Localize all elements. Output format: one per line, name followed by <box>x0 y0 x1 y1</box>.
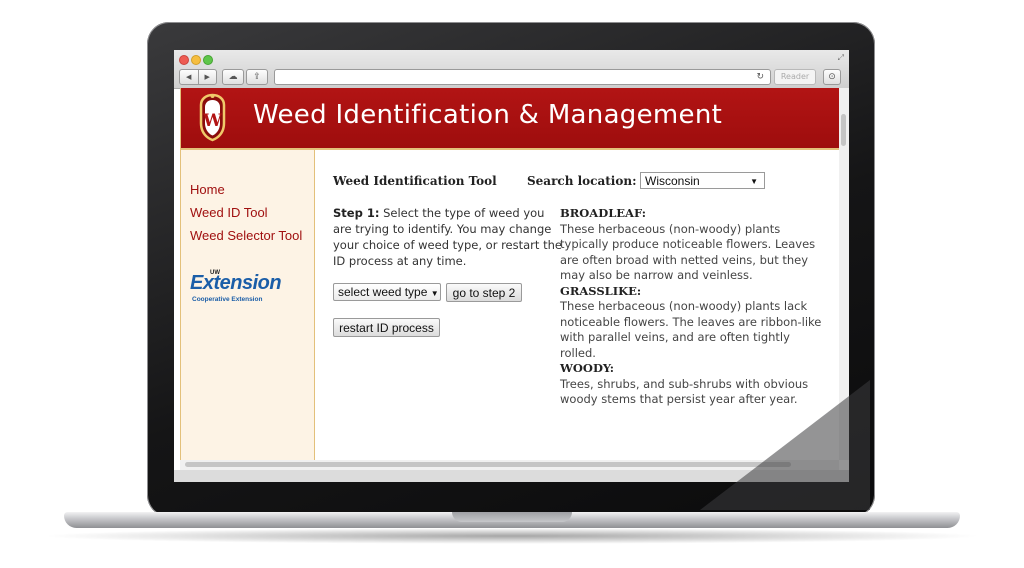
svg-text:W: W <box>202 111 223 131</box>
go-to-step-2-button[interactable]: go to step 2 <box>446 283 522 302</box>
camera-icon <box>510 37 515 42</box>
scroll-thumb[interactable] <box>841 114 846 146</box>
laptop-notch <box>452 512 572 522</box>
chevron-down-icon: ▼ <box>430 289 439 298</box>
page-title: Weed Identification Tool <box>333 174 497 188</box>
icloud-tabs-icon[interactable]: ☁ <box>222 69 244 85</box>
screen-glare <box>700 380 870 510</box>
back-icon[interactable]: ◀ <box>180 70 199 84</box>
forward-icon[interactable]: ▶ <box>199 70 217 84</box>
weed-type-descriptions: BROADLEAF: These herbaceous (non-woody) … <box>560 206 825 408</box>
step-1-instructions: Step 1: Select the type of weed you are … <box>333 205 563 269</box>
fullscreen-icon[interactable]: ⤢ <box>838 53 844 63</box>
sidebar-item-home[interactable]: Home <box>190 182 225 197</box>
restart-id-process-button[interactable]: restart ID process <box>333 318 440 337</box>
broadleaf-heading: BROADLEAF: <box>560 206 646 220</box>
woody-heading: WOODY: <box>560 361 614 375</box>
history-nav: ◀ ▶ <box>179 69 217 85</box>
chevron-down-icon: ▼ <box>750 177 758 186</box>
share-icon[interactable]: ⇪ <box>246 69 268 85</box>
reader-button[interactable]: Reader <box>774 69 816 85</box>
browser-toolbar: ⤢ ◀ ▶ ☁ ⇪ ↻ Reader ⊙ <box>174 50 849 89</box>
reload-icon[interactable]: ↻ <box>756 70 764 84</box>
zoom-window-button[interactable] <box>203 55 213 65</box>
sidebar: Home Weed ID Tool Weed Selector Tool UW … <box>181 150 315 460</box>
search-location-label: Search location: <box>527 174 637 188</box>
sidebar-item-weed-selector-tool[interactable]: Weed Selector Tool <box>190 228 302 243</box>
uw-extension-logo[interactable]: UW Extension Cooperative Extension <box>190 270 290 304</box>
site-title: Weed Identification & Management <box>253 100 723 130</box>
grasslike-description: GRASSLIKE: These herbaceous (non-woody) … <box>560 284 825 362</box>
uw-crest-logo: W <box>199 93 226 142</box>
downloads-icon[interactable]: ⊙ <box>823 69 841 85</box>
weed-type-select[interactable]: select weed type ▼ <box>333 283 441 301</box>
minimize-window-button[interactable] <box>191 55 201 65</box>
step-label: Step 1: <box>333 206 380 220</box>
sidebar-item-weed-id-tool[interactable]: Weed ID Tool <box>190 205 268 220</box>
broadleaf-description: BROADLEAF: These herbaceous (non-woody) … <box>560 206 825 284</box>
address-bar[interactable]: ↻ <box>274 69 771 85</box>
location-select[interactable]: Wisconsin ▼ <box>640 172 765 189</box>
site-header: W Weed Identification & Management <box>181 88 840 150</box>
close-window-button[interactable] <box>179 55 189 65</box>
laptop-shadow <box>40 528 984 544</box>
grasslike-heading: GRASSLIKE: <box>560 283 642 298</box>
